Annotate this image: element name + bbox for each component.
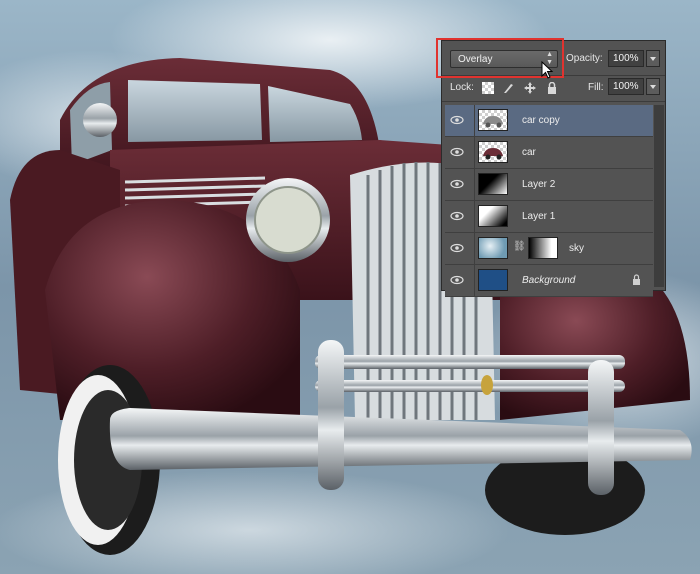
opacity-label: Opacity: (566, 53, 603, 64)
opacity-dropdown-button[interactable] (646, 50, 660, 67)
lock-position-icon[interactable] (524, 82, 536, 94)
layer-name: car copy (522, 115, 560, 126)
divider (474, 137, 475, 168)
layer-thumbnail (478, 141, 508, 163)
layer-row-car-copy[interactable]: car copy (445, 105, 653, 137)
layer-thumbnail (478, 205, 508, 227)
fill-label: Fill: (588, 82, 604, 93)
layer-mask-thumbnail[interactable] (528, 237, 558, 259)
divider (474, 105, 475, 136)
layer-row-car[interactable]: car (445, 137, 653, 169)
fill-dropdown-button[interactable] (646, 78, 660, 95)
layer-thumbnail (478, 109, 508, 131)
eye-icon[interactable] (449, 210, 465, 222)
blend-mode-value: Overlay (458, 54, 493, 65)
eye-icon[interactable] (449, 178, 465, 190)
layers-list: car copy car Layer 2 Layer 1 ⛓ sky Backg… (445, 105, 653, 297)
layer-row-layer-2[interactable]: Layer 2 (445, 169, 653, 201)
layer-thumbnail (478, 173, 508, 195)
lock-all-icon[interactable] (546, 82, 558, 94)
layer-thumbnail (478, 269, 508, 291)
layer-name: sky (569, 243, 584, 254)
divider (474, 169, 475, 200)
layer-name: Background (522, 275, 576, 286)
layer-thumbnail (478, 237, 508, 259)
eye-icon[interactable] (449, 274, 465, 286)
lock-image-pixels-icon[interactable] (502, 82, 514, 94)
eye-icon[interactable] (449, 114, 465, 126)
eye-icon[interactable] (449, 146, 465, 158)
lock-icon (633, 274, 640, 285)
layer-row-background[interactable]: Background (445, 265, 653, 297)
divider (474, 201, 475, 232)
layer-row-sky[interactable]: ⛓ sky (445, 233, 653, 265)
fill-field[interactable]: 100% (608, 78, 644, 95)
opacity-field[interactable]: 100% (608, 50, 644, 67)
mouse-pointer-icon (541, 61, 554, 79)
layer-row-layer-1[interactable]: Layer 1 (445, 201, 653, 233)
layer-name: Layer 2 (522, 179, 556, 190)
lock-transparent-pixels-icon[interactable] (482, 82, 494, 94)
divider (474, 265, 475, 296)
eye-icon[interactable] (449, 242, 465, 254)
divider (474, 233, 475, 264)
layer-name: car (522, 147, 536, 158)
divider (442, 101, 665, 102)
link-chain-icon[interactable]: ⛓ (513, 241, 526, 252)
layer-name: Layer 1 (522, 211, 556, 222)
layers-scrollbar[interactable] (654, 105, 664, 287)
lock-label: Lock: (450, 82, 474, 93)
